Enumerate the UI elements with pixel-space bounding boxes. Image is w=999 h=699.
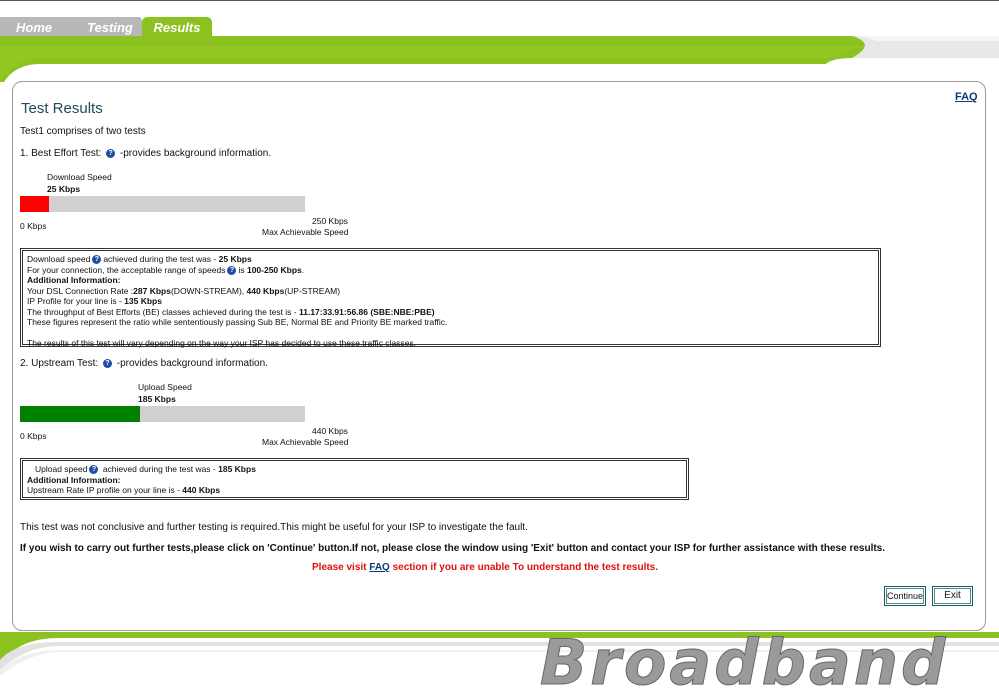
info-additional-heading: Additional Information:	[27, 275, 121, 285]
faq-link-top[interactable]: FAQ	[955, 91, 978, 103]
info-value: 287 Kbps	[133, 285, 171, 296]
info-text: Download speed	[27, 254, 91, 264]
download-max-value: 250 Kbps	[312, 216, 348, 226]
info-dsl-rate: Your DSL Connection Rate :287 Kbps(DOWN-…	[27, 286, 874, 297]
info-throughput: The throughput of Best Efforts (BE) clas…	[27, 307, 874, 318]
tab-testing-label: Testing	[87, 20, 133, 35]
best-effort-heading: 1. Best Effort Test: ? -provides backgro…	[20, 148, 271, 159]
upload-info-box: Upload speed? achieved during the test w…	[20, 458, 689, 500]
info-text: (UP-STREAM)	[284, 285, 341, 296]
info-text: The throughput of Best Efforts (BE) clas…	[27, 306, 299, 317]
continue-button[interactable]: Continue	[884, 586, 926, 606]
tab-home[interactable]: Home	[0, 17, 80, 37]
info-vary-note: The results of this test will vary depen…	[27, 337, 417, 348]
top-border	[0, 0, 999, 1]
page-title: Test Results	[21, 100, 103, 117]
info-value: 185 Kbps	[218, 464, 256, 474]
tab-results-label: Results	[153, 20, 201, 35]
download-speed-value: 25 Kbps	[47, 184, 81, 194]
info-download-speed: Download speed? achieved during the test …	[27, 254, 874, 265]
info-text: For your connection, the acceptable rang…	[27, 264, 226, 275]
download-speed-bar	[20, 196, 305, 212]
upload-speed-label: Upload Speed	[138, 382, 192, 392]
tab-home-label: Home	[16, 20, 53, 35]
info-text: Upload speed	[35, 464, 88, 474]
best-effort-help-text: -provides background information.	[119, 148, 272, 159]
upstream-title: 2. Upstream Test:	[20, 358, 99, 369]
intro-text: Test1 comprises of two tests	[20, 126, 146, 137]
help-icon[interactable]: ?	[227, 265, 237, 275]
download-min-label: 0 Kbps	[20, 221, 47, 231]
info-value: 440 Kbps	[246, 285, 285, 296]
info-acceptable-range: For your connection, the acceptable rang…	[27, 265, 874, 276]
info-text: IP Profile for your line is -	[27, 296, 125, 306]
tab-testing[interactable]: Testing	[70, 17, 150, 37]
header-swoosh	[0, 36, 999, 82]
info-ip-profile: IP Profile for your line is - 135 Kbps	[27, 296, 874, 307]
info-text: (DOWN-STREAM),	[170, 285, 247, 296]
info-value: 25 Kbps	[218, 254, 252, 264]
upload-speed-bar	[20, 406, 305, 422]
upstream-heading: 2. Upstream Test: ? -provides background…	[20, 358, 268, 369]
instruction-message: If you wish to carry out further tests,p…	[20, 543, 886, 554]
upstream-help-text: -provides background information.	[116, 358, 268, 369]
info-value: 440 Kbps	[182, 485, 221, 495]
info-value: 135 Kbps	[124, 296, 162, 306]
info-text: achieved during the test was -	[100, 464, 219, 474]
help-icon[interactable]: ?	[92, 255, 102, 265]
faq-notice: Please visit FAQ section if you are unab…	[312, 562, 658, 573]
upload-max-value: 440 Kbps	[312, 426, 348, 436]
tab-results[interactable]: Results	[142, 17, 212, 37]
info-ratio-note: These figures represent the ratio while …	[27, 317, 448, 327]
broadband-logo: Broadband	[539, 626, 949, 699]
upload-speed-value: 185 Kbps	[138, 394, 176, 404]
inconclusive-message: This test was not conclusive and further…	[20, 522, 528, 533]
download-speed-label: Download Speed	[47, 172, 112, 182]
faq-notice-suffix: section if you are unable To understand …	[389, 562, 659, 573]
faq-link-bottom[interactable]: FAQ	[369, 562, 390, 573]
faq-notice-prefix: Please visit	[312, 562, 370, 573]
upload-max-caption: Max Achievable Speed	[262, 437, 349, 447]
upload-min-label: 0 Kbps	[20, 431, 47, 441]
info-additional-heading: Additional Information:	[27, 474, 121, 485]
info-text: is	[238, 264, 247, 275]
info-text: Your DSL Connection Rate :	[27, 285, 134, 296]
info-value: 11.17:33.91:56.86 (SBE:NBE:PBE)	[298, 306, 435, 317]
info-text: Upstream Rate IP profile on your line is…	[27, 485, 183, 495]
help-icon[interactable]: ?	[102, 358, 112, 368]
info-text: achieved during the test was -	[103, 254, 219, 264]
exit-button[interactable]: Exit	[932, 586, 973, 606]
help-icon[interactable]: ?	[106, 148, 116, 158]
best-effort-title: 1. Best Effort Test:	[20, 148, 102, 159]
download-speed-bar-fill	[20, 196, 49, 212]
download-max-caption: Max Achievable Speed	[262, 227, 349, 237]
upload-speed-bar-fill	[20, 406, 140, 422]
download-info-box: Download speed? achieved during the test …	[20, 248, 881, 348]
info-upstream-profile: Upstream Rate IP profile on your line is…	[27, 485, 682, 496]
help-icon[interactable]: ?	[89, 465, 99, 475]
info-text: .	[301, 264, 305, 275]
info-value: 100-250 Kbps	[246, 264, 302, 275]
info-upload-speed: Upload speed? achieved during the test w…	[27, 464, 682, 475]
